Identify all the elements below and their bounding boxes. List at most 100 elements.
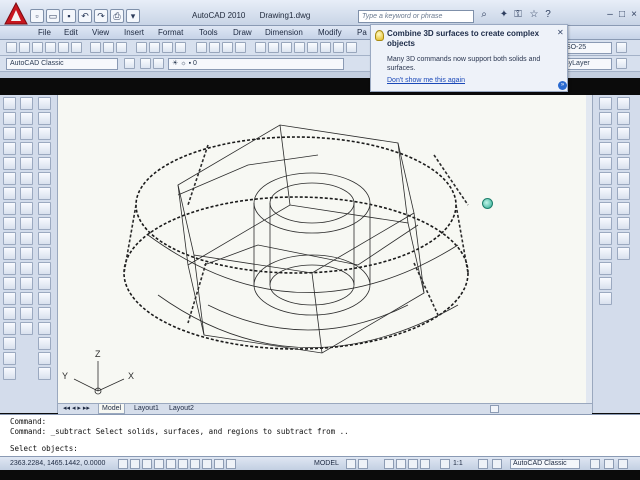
layer-state-icon[interactable] <box>153 58 164 69</box>
send-under-icon[interactable] <box>38 142 51 155</box>
presspull-icon[interactable] <box>599 247 612 260</box>
quick-view-layouts-icon[interactable] <box>346 459 356 469</box>
save-file-icon[interactable] <box>32 42 43 53</box>
pan-icon[interactable] <box>196 42 207 53</box>
menu-insert[interactable]: Insert <box>124 28 144 37</box>
scale-icon[interactable] <box>20 202 33 215</box>
menu-modify[interactable]: Modify <box>318 28 342 37</box>
3d-rotate-icon[interactable] <box>617 157 630 170</box>
close-icon[interactable]: × <box>628 9 640 21</box>
pyramid-icon[interactable] <box>599 187 612 200</box>
favorites-icon[interactable]: ☆ <box>528 9 540 21</box>
design-center-icon[interactable] <box>268 42 279 53</box>
menu-draw[interactable]: Draw <box>233 28 252 37</box>
properties-icon[interactable] <box>255 42 266 53</box>
construction-line-icon[interactable] <box>3 112 16 125</box>
ortho-mode-icon[interactable] <box>142 459 152 469</box>
subtract-icon[interactable] <box>617 112 630 125</box>
extrude-icon[interactable] <box>599 232 612 245</box>
lock-icon[interactable] <box>590 459 600 469</box>
move-icon[interactable] <box>20 172 33 185</box>
clean-screen-icon[interactable] <box>618 459 628 469</box>
erase-icon[interactable] <box>20 97 33 110</box>
open-file-icon[interactable] <box>19 42 30 53</box>
horizontal-scrollbar-thumb[interactable] <box>490 405 499 413</box>
planar-surface-icon[interactable] <box>599 217 612 230</box>
3d-align-icon[interactable] <box>617 172 630 185</box>
command-input[interactable]: Select objects: <box>10 444 630 454</box>
chamfer-icon[interactable] <box>20 292 33 305</box>
ucs-view-icon[interactable] <box>38 277 51 290</box>
ucs-object-icon[interactable] <box>38 262 51 275</box>
cone-icon[interactable] <box>599 127 612 140</box>
text-front-icon[interactable] <box>38 157 51 170</box>
tab-model[interactable]: Model <box>98 404 126 414</box>
coordinate-readout[interactable]: 2363.2284, 1465.1442, 0.0000 <box>10 460 105 467</box>
menu-format[interactable]: Format <box>158 28 183 37</box>
menu-tools[interactable]: Tools <box>199 28 218 37</box>
cursor-grip-icon[interactable] <box>482 198 493 209</box>
help-icon[interactable]: ? <box>542 9 554 21</box>
torus-icon[interactable] <box>599 172 612 185</box>
steering-wheel-icon[interactable] <box>408 459 418 469</box>
ucs-y-icon[interactable] <box>38 352 51 365</box>
ucs-z-icon[interactable] <box>38 367 51 380</box>
binoculars-icon[interactable]: ⌕ <box>478 9 490 21</box>
autocad-logo-icon[interactable] <box>4 2 28 26</box>
plot-preview-icon[interactable] <box>58 42 69 53</box>
revolve-icon[interactable] <box>599 277 612 290</box>
tab-nav-icon[interactable]: ◂◂ ◂ ▸ ▸▸ <box>60 404 93 414</box>
fly-icon[interactable] <box>617 232 630 245</box>
copy-object-icon[interactable] <box>20 112 33 125</box>
circle-icon[interactable] <box>3 187 16 200</box>
hardware-acceleration-icon[interactable] <box>604 459 614 469</box>
menu-view[interactable]: View <box>92 28 109 37</box>
bring-above-icon[interactable] <box>38 127 51 140</box>
extend-icon[interactable] <box>20 247 33 260</box>
union-icon[interactable] <box>617 97 630 110</box>
gradient-icon[interactable] <box>3 322 16 335</box>
workspace-switch[interactable]: AutoCAD Classic <box>510 459 580 469</box>
paste-icon[interactable] <box>116 42 127 53</box>
dynamic-input-icon[interactable] <box>202 459 212 469</box>
send-back-icon[interactable] <box>38 112 51 125</box>
orbit-icon[interactable] <box>617 247 630 260</box>
region-icon[interactable] <box>3 337 16 350</box>
zoom-realtime-icon[interactable] <box>209 42 220 53</box>
command-window[interactable]: Command: Command: _subtract Select solid… <box>0 414 640 456</box>
menu-dimension[interactable]: Dimension <box>265 28 303 37</box>
line-icon[interactable] <box>3 97 16 110</box>
make-block-icon[interactable] <box>3 277 16 290</box>
lineweight-icon[interactable] <box>214 459 224 469</box>
hatch-icon[interactable] <box>3 307 16 320</box>
menu-parametric[interactable]: Pa <box>357 28 367 37</box>
insert-block-icon[interactable] <box>3 262 16 275</box>
help-toolbar-icon[interactable] <box>333 42 344 53</box>
explode-icon[interactable] <box>20 322 33 335</box>
redo-icon[interactable]: ↷ <box>94 9 108 23</box>
save-icon[interactable]: ▪ <box>62 9 76 23</box>
communication-icon[interactable]: ✦ <box>498 9 510 21</box>
showmotion-icon[interactable] <box>420 459 430 469</box>
wedge-icon[interactable] <box>599 112 612 125</box>
join-icon[interactable] <box>20 277 33 290</box>
cylinder-icon[interactable] <box>599 157 612 170</box>
3d-array-icon[interactable] <box>617 187 630 200</box>
object-snap-icon[interactable] <box>166 459 176 469</box>
revision-cloud-icon[interactable] <box>3 202 16 215</box>
sheet-set-icon[interactable] <box>294 42 305 53</box>
ucs-x-icon[interactable] <box>38 337 51 350</box>
ellipse-arc-icon[interactable] <box>3 247 16 260</box>
quick-properties-icon[interactable] <box>226 459 236 469</box>
bring-front-icon[interactable] <box>38 97 51 110</box>
loft-icon[interactable] <box>599 292 612 305</box>
helix-icon[interactable] <box>599 202 612 215</box>
plot-icon[interactable] <box>45 42 56 53</box>
status-pan-icon[interactable] <box>384 459 394 469</box>
ucs-icon[interactable] <box>38 202 51 215</box>
multiline-text-icon[interactable] <box>3 367 16 380</box>
dim-front-icon[interactable] <box>38 172 51 185</box>
layer-properties-icon[interactable] <box>140 58 151 69</box>
undo-icon[interactable]: ↶ <box>78 9 92 23</box>
grid-display-icon[interactable] <box>130 459 140 469</box>
